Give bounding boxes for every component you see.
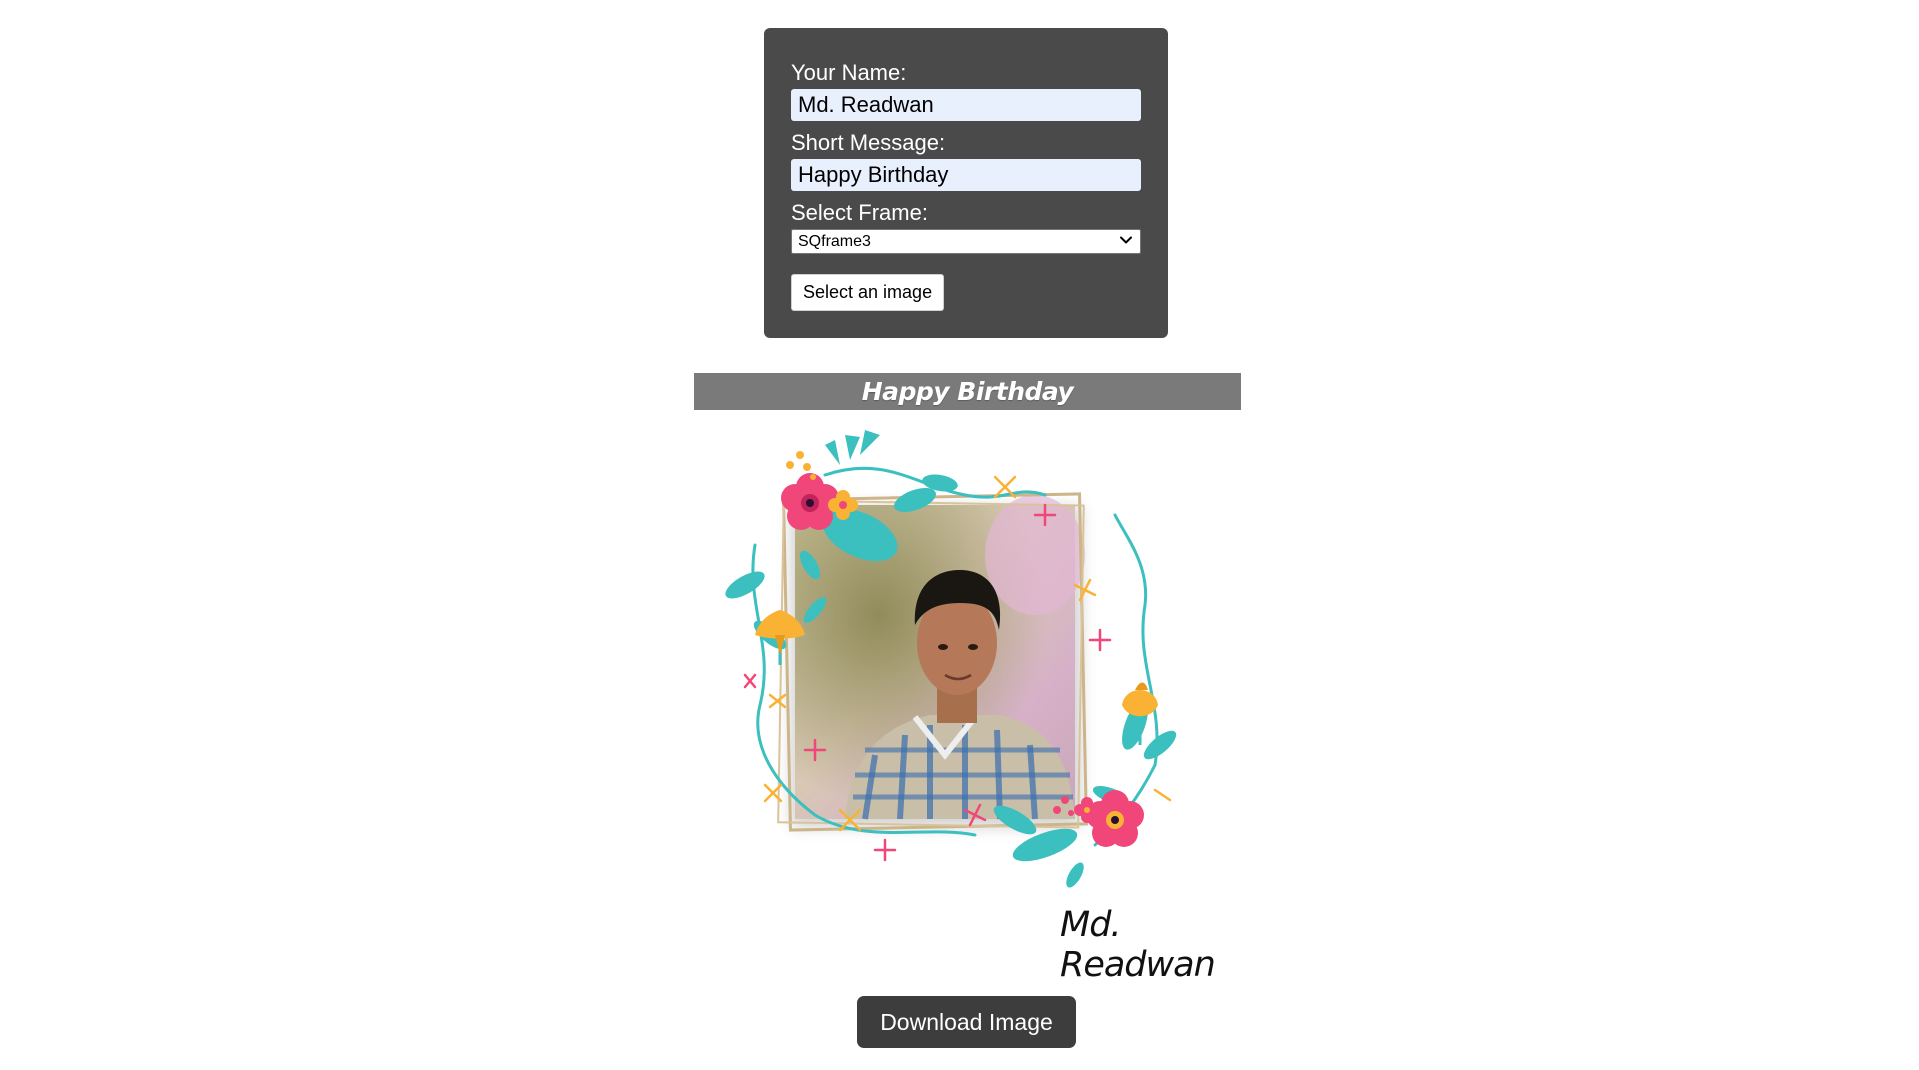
form-panel: Your Name: Short Message: Select Frame: … [764, 28, 1168, 338]
message-input[interactable] [791, 159, 1141, 191]
yellow-dots [786, 451, 816, 480]
frame-select[interactable]: SQframe3 [791, 229, 1141, 254]
message-banner: Happy Birthday [694, 373, 1241, 410]
select-image-button[interactable]: Select an image [791, 274, 945, 311]
frame-label: Select Frame: [791, 200, 928, 225]
download-image-button[interactable]: Download Image [857, 996, 1076, 1048]
name-input[interactable] [791, 89, 1141, 121]
photo-frame-preview [715, 425, 1195, 895]
name-label: Your Name: [791, 60, 907, 85]
frame-select-wrapper: SQframe3 [791, 229, 1141, 254]
message-label: Short Message: [791, 130, 946, 155]
name-signature: Md. Readwan [1060, 905, 1216, 985]
frame-artwork [725, 430, 1177, 888]
